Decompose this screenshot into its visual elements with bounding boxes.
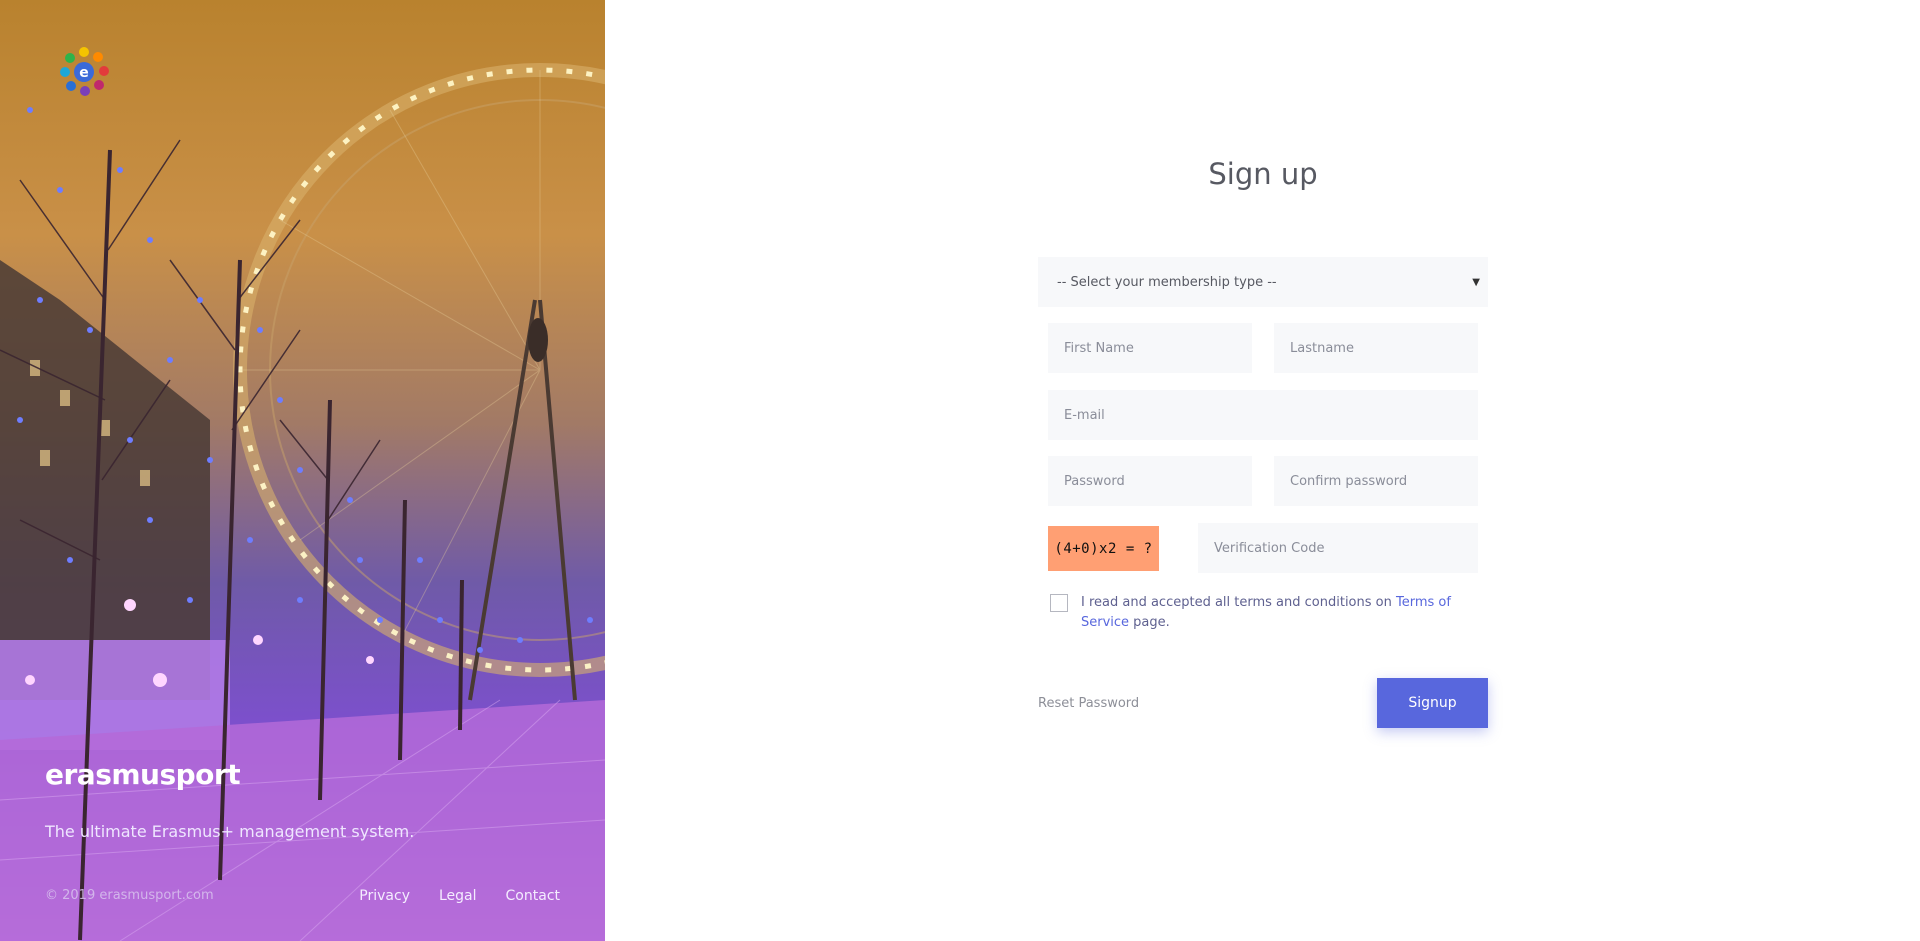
svg-text:e: e — [79, 65, 89, 81]
terms-label: I read and accepted all terms and condit… — [1081, 593, 1480, 633]
brand-tagline: The ultimate Erasmus+ management system. — [45, 822, 415, 841]
caret-down-icon: ▼ — [1472, 276, 1480, 288]
page-title: Sign up — [1208, 157, 1318, 191]
footer-link-contact[interactable]: Contact — [506, 888, 560, 904]
hero-background-image — [0, 63, 605, 941]
terms-text: I read and accepted all terms and condit… — [1081, 595, 1396, 610]
terms-agreement: I read and accepted all terms and condit… — [1050, 593, 1480, 633]
confirm-password-input[interactable] — [1274, 456, 1478, 506]
terms-suffix: page. — [1129, 615, 1170, 630]
footer-link-privacy[interactable]: Privacy — [359, 888, 410, 904]
footer-link-legal[interactable]: Legal — [439, 888, 477, 904]
last-name-input[interactable] — [1274, 323, 1478, 373]
password-input[interactable] — [1048, 456, 1252, 506]
hero-panel: e erasmusport The ultimate Erasmus+ mana… — [0, 0, 605, 941]
membership-type-select[interactable]: -- Select your membership type -- ▼ — [1038, 257, 1488, 307]
brand-name: erasmusport — [45, 758, 241, 791]
verification-code-input[interactable] — [1198, 523, 1478, 573]
erasmusport-logo-icon[interactable]: e — [56, 44, 112, 100]
copyright-text: © 2019 erasmusport.com — [45, 888, 214, 903]
terms-checkbox[interactable] — [1050, 594, 1068, 612]
membership-type-value: -- Select your membership type -- — [1057, 274, 1277, 290]
signup-page: e erasmusport The ultimate Erasmus+ mana… — [0, 0, 1920, 941]
reset-password-link[interactable]: Reset Password — [1038, 696, 1139, 711]
captcha-image: (4+0)x2 = ? — [1048, 526, 1159, 571]
footer-links: Privacy Legal Contact — [359, 888, 560, 904]
email-input[interactable] — [1048, 390, 1478, 440]
first-name-input[interactable] — [1048, 323, 1252, 373]
signup-button[interactable]: Signup — [1377, 678, 1488, 728]
